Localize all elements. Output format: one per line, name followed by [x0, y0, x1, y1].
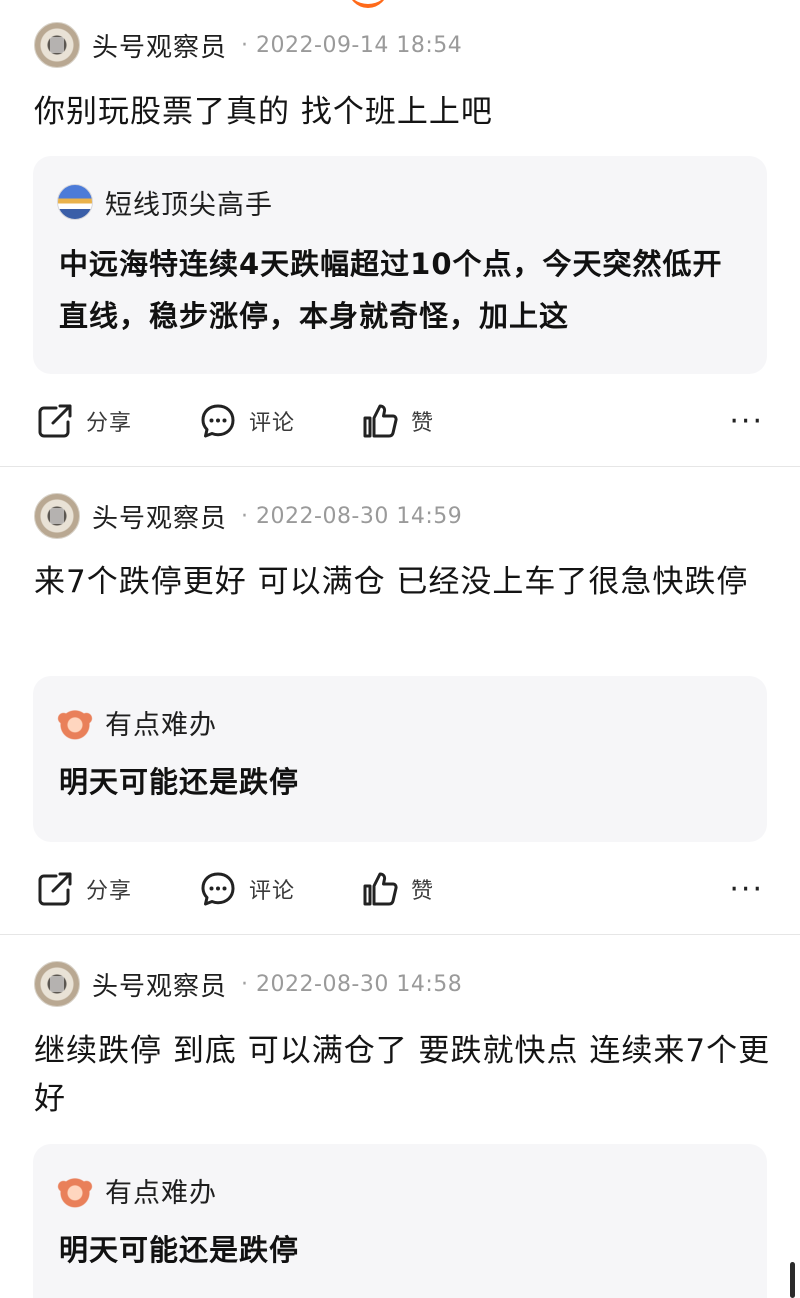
- avatar[interactable]: [34, 961, 80, 1007]
- avatar[interactable]: [34, 22, 80, 68]
- like-button[interactable]: 赞: [361, 397, 434, 445]
- share-label: 分享: [86, 879, 133, 904]
- separator-dot: ·: [241, 32, 249, 58]
- post-time: 2022-08-30 14:58: [256, 971, 463, 997]
- quoted-avatar[interactable]: [57, 1172, 93, 1208]
- quoted-author[interactable]: 有点难办: [105, 1171, 217, 1210]
- comment-button[interactable]: 评论: [199, 865, 295, 913]
- avatar[interactable]: [34, 493, 80, 539]
- action-bar: 分享 评论 赞 ···: [0, 397, 800, 445]
- post-time: 2022-08-30 14:59: [256, 503, 463, 529]
- like-button[interactable]: 赞: [361, 865, 434, 913]
- post-text[interactable]: 来7个跌停更好 可以满仓 已经没上车了很急快跌停: [34, 558, 774, 606]
- more-icon[interactable]: ···: [729, 397, 764, 445]
- quoted-avatar[interactable]: [57, 184, 93, 220]
- more-icon[interactable]: ···: [729, 865, 764, 913]
- post-header: 头号观察员 · 2022-08-30 14:58: [34, 961, 462, 1007]
- post-header: 头号观察员 · 2022-09-14 18:54: [34, 22, 462, 68]
- author-name[interactable]: 头号观察员: [92, 27, 227, 64]
- thumbs-up-icon: [363, 404, 398, 438]
- like-label: 赞: [411, 411, 435, 436]
- quoted-header: 短线顶尖高手: [57, 183, 273, 222]
- quoted-post[interactable]: 短线顶尖高手 中远海特连续4天跌幅超过10个点，今天突然低开直线，稳步涨停，本身…: [33, 156, 767, 374]
- separator-dot: ·: [241, 971, 249, 997]
- separator-dot: ·: [241, 503, 249, 529]
- post-text[interactable]: 你别玩股票了真的 找个班上上吧: [34, 88, 774, 136]
- quoted-header: 有点难办: [57, 1171, 217, 1210]
- comment-icon: [201, 872, 235, 906]
- like-label: 赞: [411, 879, 435, 904]
- quoted-header: 有点难办: [57, 703, 217, 742]
- post-time: 2022-09-14 18:54: [256, 32, 463, 58]
- action-bar: 分享 评论 赞 ···: [0, 865, 800, 913]
- thumbs-up-icon: [363, 872, 398, 906]
- quoted-post[interactable]: 有点难办 明天可能还是跌停: [33, 1144, 767, 1298]
- post-text[interactable]: 继续跌停 到底 可以满仓了 要跌就快点 连续来7个更好: [34, 1027, 774, 1123]
- author-name[interactable]: 头号观察员: [92, 966, 227, 1003]
- post-header: 头号观察员 · 2022-08-30 14:59: [34, 493, 462, 539]
- author-name[interactable]: 头号观察员: [92, 498, 227, 535]
- comment-label: 评论: [249, 411, 296, 436]
- share-icon: [38, 872, 72, 906]
- share-label: 分享: [86, 411, 133, 436]
- scrollbar[interactable]: [790, 1262, 795, 1298]
- quoted-author[interactable]: 有点难办: [105, 703, 217, 742]
- quoted-avatar[interactable]: [57, 704, 93, 740]
- share-button[interactable]: 分享: [36, 865, 132, 913]
- share-icon: [38, 404, 72, 438]
- comment-icon: [201, 404, 235, 438]
- quoted-text: 明天可能还是跌停: [59, 765, 300, 799]
- share-button[interactable]: 分享: [36, 397, 132, 445]
- quoted-post[interactable]: 有点难办 明天可能还是跌停: [33, 676, 767, 842]
- quoted-text: 明天可能还是跌停: [59, 1233, 300, 1267]
- divider: [0, 934, 800, 935]
- feed-page: 头号观察员 · 2022-09-14 18:54 你别玩股票了真的 找个班上上吧…: [0, 0, 800, 1298]
- pull-refresh-indicator: [348, 0, 388, 8]
- quoted-text: 中远海特连续4天跌幅超过10个点，今天突然低开直线，稳步涨停，本身就奇怪，加上这: [59, 247, 723, 333]
- comment-button[interactable]: 评论: [199, 397, 295, 445]
- divider: [0, 466, 800, 467]
- quoted-author[interactable]: 短线顶尖高手: [105, 183, 273, 222]
- comment-label: 评论: [249, 879, 296, 904]
